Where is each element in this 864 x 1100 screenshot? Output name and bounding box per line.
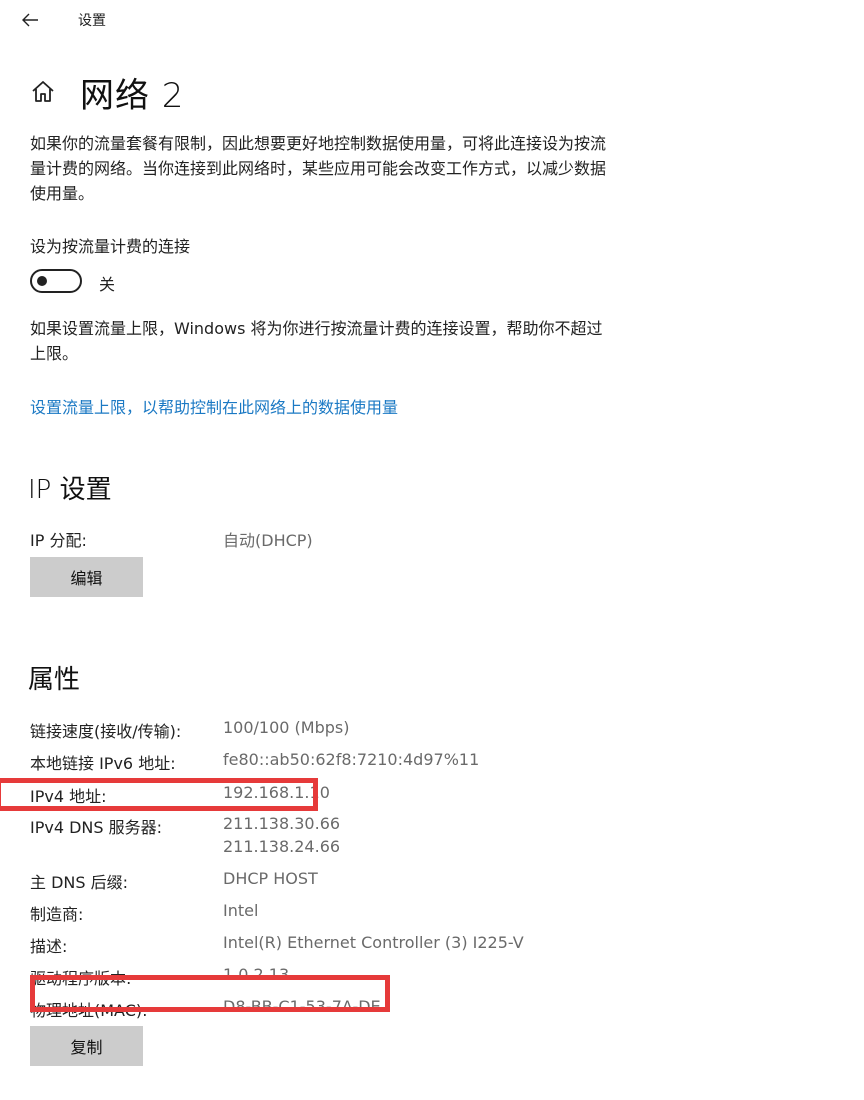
- property-label-link-speed: 链接速度(接收/传输):: [30, 722, 182, 741]
- property-value-link-speed: 100/100 (Mbps): [223, 718, 350, 737]
- property-value-ipv4-dns-1: 211.138.30.66: [223, 814, 341, 833]
- edit-button[interactable]: 编辑: [30, 557, 143, 597]
- property-label-dns-suffix: 主 DNS 后缀:: [30, 873, 129, 892]
- property-value-dns-suffix: DHCP HOST: [223, 869, 318, 888]
- home-icon[interactable]: [30, 78, 56, 104]
- metered-connection-label: 设为按流量计费的连接: [30, 237, 191, 256]
- ip-settings-heading: IP 设置: [28, 475, 112, 505]
- property-value-manufacturer: Intel: [223, 901, 259, 920]
- set-data-limit-link[interactable]: 设置流量上限，以帮助控制在此网络上的数据使用量: [30, 394, 398, 418]
- properties-heading: 属性: [28, 665, 81, 695]
- toggle-knob: [37, 276, 47, 286]
- property-label-description: 描述:: [30, 937, 68, 956]
- property-value-ipv6: fe80::ab50:62f8:7210:4d97%11: [223, 750, 480, 769]
- app-title: 设置: [78, 13, 106, 29]
- metered-description: 如果你的流量套餐有限制，因此想要更好地控制数据使用量，可将此连接设为按流量计费的…: [30, 134, 607, 203]
- toggle-state-label: 关: [99, 275, 116, 294]
- metered-toggle[interactable]: [30, 269, 82, 293]
- property-value-description: Intel(R) Ethernet Controller (3) I225-V: [223, 933, 524, 952]
- back-arrow-icon: [22, 13, 38, 27]
- property-label-ipv6: 本地链接 IPv6 地址:: [30, 754, 176, 773]
- back-button[interactable]: [14, 6, 46, 34]
- property-label-ipv4-dns: IPv4 DNS 服务器:: [30, 818, 163, 837]
- property-value-ipv4-dns-2: 211.138.24.66: [223, 837, 341, 856]
- ipv4-highlight-box: [0, 778, 318, 811]
- ip-assignment-value: 自动(DHCP): [223, 531, 313, 550]
- data-limit-description: 如果设置流量上限，Windows 将为你进行按流量计费的连接设置，帮助你不超过上…: [30, 319, 603, 363]
- property-label-manufacturer: 制造商:: [30, 905, 84, 924]
- page-title: 网络 2: [80, 76, 185, 116]
- ip-assignment-label: IP 分配:: [30, 531, 87, 550]
- mac-highlight-box: [30, 975, 390, 1012]
- copy-button[interactable]: 复制: [30, 1026, 143, 1066]
